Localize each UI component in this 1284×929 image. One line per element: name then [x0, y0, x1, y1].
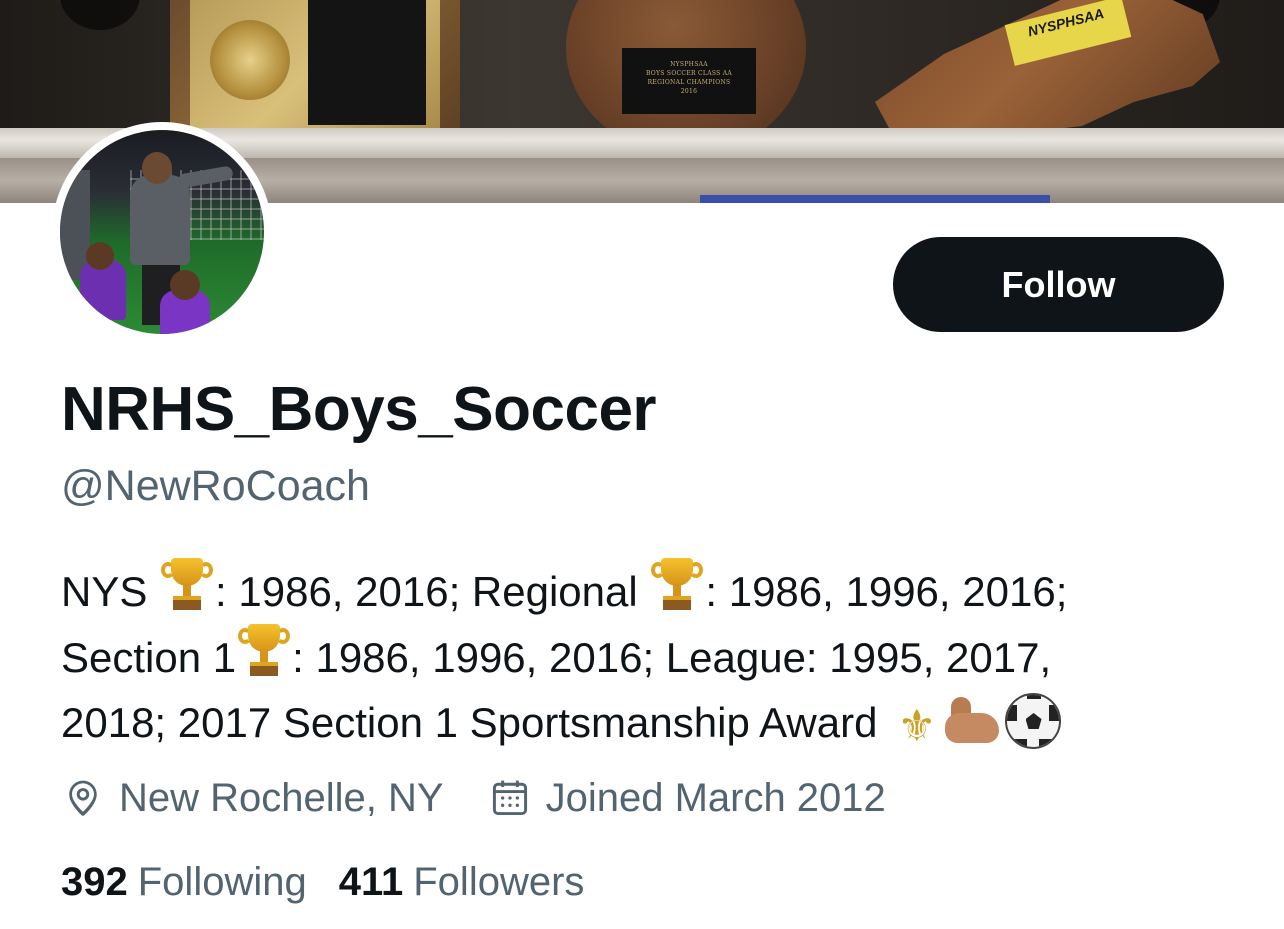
avatar[interactable] [52, 122, 272, 342]
trophy-emoji-icon [238, 624, 291, 682]
trophy-emoji-icon [651, 558, 704, 616]
avatar-image [60, 130, 264, 334]
user-handle: @NewRoCoach [61, 462, 370, 510]
follow-button[interactable]: Follow [893, 237, 1224, 332]
calendar-icon [492, 780, 527, 816]
round-plaque-line: BOYS SOCCER CLASS AA [645, 70, 733, 77]
round-plaque-line: REGIONAL CHAMPIONS [647, 79, 731, 86]
avatar-player-head [86, 242, 114, 270]
left-plaque-panel [308, 0, 426, 125]
profile-stats: 392 Following 411 Followers [61, 860, 584, 905]
bio-text: : 1986, 1996, 2016; [705, 568, 1068, 615]
display-name: NRHS_Boys_Soccer [61, 375, 657, 444]
location-pin-icon [69, 780, 97, 816]
location-text: New Rochelle, NY [119, 775, 444, 820]
bio-text: Section 1 [61, 634, 237, 681]
joined-item: Joined March 2012 [488, 776, 886, 821]
round-plaque-label: NYSPHSAA BOYS SOCCER CLASS AA REGIONAL C… [622, 48, 756, 114]
bio-line: 2018; 2017 Section 1 Sportsmanship Award… [61, 690, 1241, 759]
joined-text: Joined March 2012 [545, 775, 886, 820]
following-label: Following [137, 860, 307, 904]
avatar-player-head [170, 270, 200, 300]
bio-text: 2018; 2017 Section 1 Sportsmanship Award [61, 699, 878, 746]
round-plaque-line: NYSPHSAA [670, 61, 708, 68]
followers-link[interactable]: 411 Followers [339, 860, 585, 905]
followers-label: Followers [413, 860, 585, 904]
bio-line: NYS : 1986, 2016; Regional : 1986, 1996,… [61, 558, 1241, 624]
trophy-emoji-icon [161, 558, 214, 616]
left-plaque-medal [210, 20, 290, 100]
round-plaque-line: 2016 [680, 88, 698, 95]
profile-bio: NYS : 1986, 2016; Regional : 1986, 1996,… [61, 558, 1241, 759]
fleur-de-lis-icon: ⚜ [897, 701, 937, 752]
bio-text: NYS [61, 568, 148, 615]
bio-line: Section 1 : 1986, 1996, 2016; League: 199… [61, 624, 1241, 690]
location-item: New Rochelle, NY [61, 776, 444, 821]
soccer-ball-icon [1004, 693, 1061, 749]
avatar-coach-head [142, 152, 172, 184]
flexed-biceps-icon [943, 695, 1001, 747]
bio-text: : 1986, 2016; Regional [215, 568, 638, 615]
blue-strip [700, 195, 1050, 203]
following-count: 392 [61, 860, 128, 904]
profile-page: NYSPHSAA BOYS SOCCER CLASS AA REGIONAL C… [0, 0, 1284, 929]
profile-meta: New Rochelle, NY Joined March 2012 [61, 770, 886, 826]
following-link[interactable]: 392 Following [61, 860, 307, 905]
avatar-coach-body [130, 175, 190, 265]
bio-text: : 1986, 1996, 2016; League: 1995, 2017, [292, 634, 1052, 681]
followers-count: 411 [338, 860, 404, 904]
